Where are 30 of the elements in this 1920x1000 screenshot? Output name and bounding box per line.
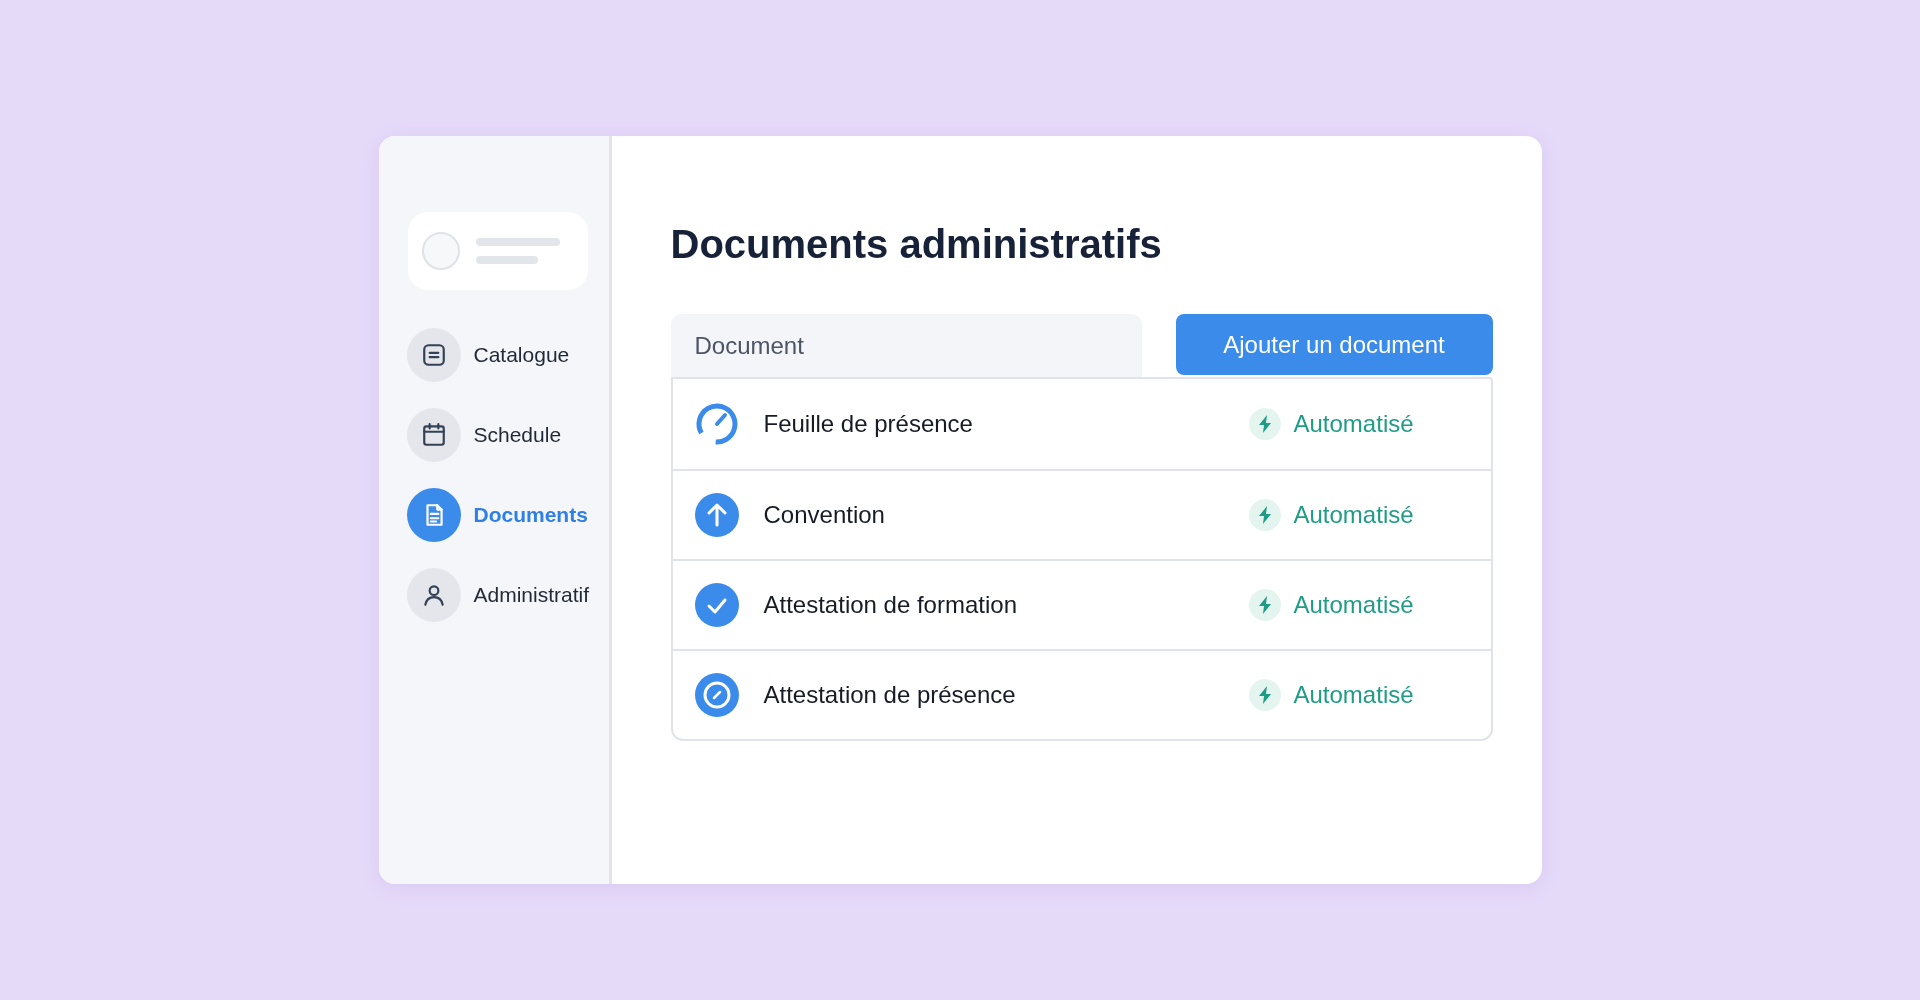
page-title: Documents administratifs	[670, 221, 1163, 268]
nav-label: Documents	[473, 502, 588, 529]
dial-icon	[693, 672, 740, 718]
bolt-icon	[1248, 679, 1281, 711]
nav-item[interactable]: Administratif	[406, 568, 609, 622]
document-row[interactable]: Attestation de formation Automatisé	[672, 559, 1491, 649]
bolt-icon	[1248, 499, 1281, 531]
status-label: Automatisé	[1293, 680, 1414, 710]
nav-item[interactable]: Catalogue	[406, 328, 609, 382]
nav-label: Schedule	[473, 422, 562, 449]
status-label: Automatisé	[1293, 500, 1414, 530]
document-row[interactable]: Feuille de présence Automatisé	[672, 379, 1491, 469]
document-name: Convention	[763, 500, 886, 530]
column-header: Document	[670, 314, 1142, 377]
status-label: Automatisé	[1293, 590, 1414, 620]
nav-label: Administratif	[473, 582, 590, 609]
nav-item[interactable]: Documents	[406, 488, 609, 542]
document-row[interactable]: Attestation de présence Automatisé	[672, 649, 1491, 739]
document-name: Feuille de présence	[763, 409, 974, 439]
nav-label: Catalogue	[473, 342, 570, 369]
calendar-icon	[420, 422, 447, 448]
list-icon	[420, 342, 447, 368]
bolt-icon	[1248, 589, 1281, 621]
document-row[interactable]: Convention Automatisé	[672, 469, 1491, 559]
checkmark-icon	[693, 582, 740, 628]
document-name: Attestation de présence	[763, 680, 1017, 710]
status-label: Automatisé	[1293, 409, 1414, 439]
document-name: Attestation de formation	[763, 590, 1018, 620]
nav-item[interactable]: Schedule	[406, 408, 609, 462]
bolt-icon	[1248, 408, 1281, 440]
